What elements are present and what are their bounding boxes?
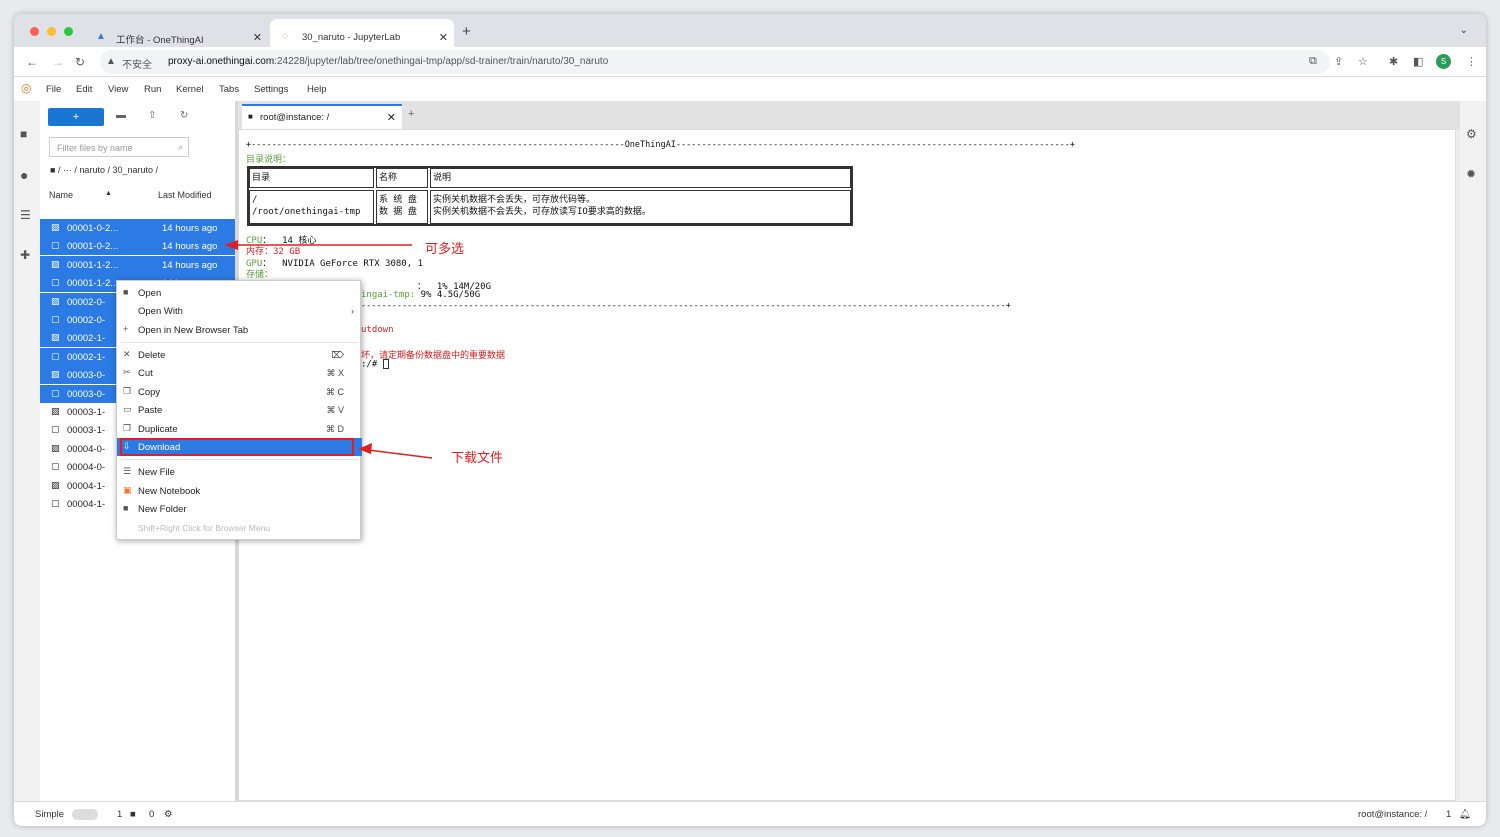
arrow-head [224,240,238,250]
arrow-line [367,449,433,459]
arrow-download [358,443,433,459]
annotation-multi-select: 可多选 [425,242,465,257]
annotation-download-file: 下载文件 [451,451,504,466]
arrow-head [358,443,372,454]
annotation-arrows [224,240,433,459]
arrow-multi-select [224,240,412,250]
